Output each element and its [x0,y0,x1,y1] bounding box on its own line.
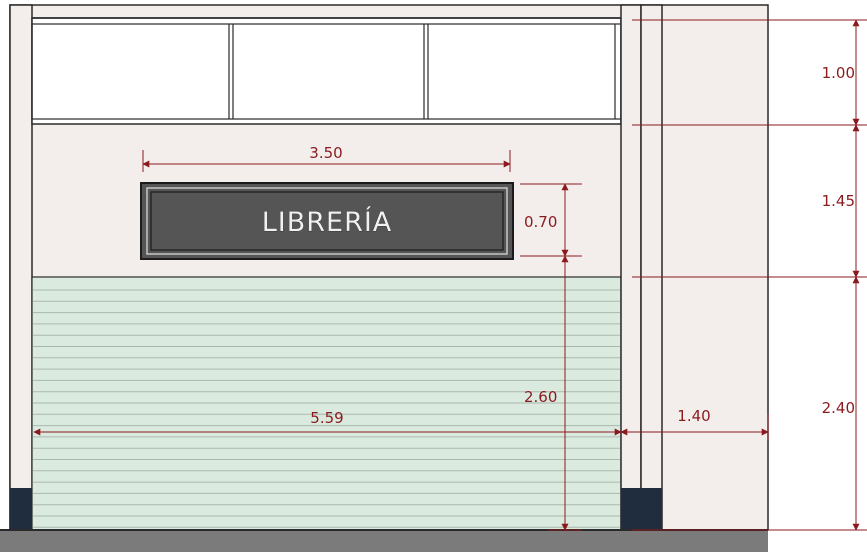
facade-width-label: 5.59 [310,409,343,427]
sign-text: LIBRERÍA [262,206,393,238]
left-plinth [10,488,32,530]
ground-strip [0,530,768,552]
side-width-label: 1.40 [677,407,710,425]
right-plinth [621,488,662,530]
lower-band-label: 2.40 [822,399,855,417]
sign-height-label: 0.70 [524,213,557,231]
top-band-label: 1.00 [822,64,855,82]
shop-sign: LIBRERÍA [140,182,514,260]
storefront-elevation-drawing: LIBRERÍA 3.50 0.70 2.60 5.59 1.40 1.00 1… [0,4,867,552]
transom-window [31,17,622,125]
right-pilaster-secondary [640,4,663,531]
sign-width-label: 3.50 [309,144,342,162]
left-pilaster [9,4,33,531]
middle-band-label: 1.45 [822,192,855,210]
shutter-height-label: 2.60 [524,388,557,406]
right-pilaster [620,4,642,531]
